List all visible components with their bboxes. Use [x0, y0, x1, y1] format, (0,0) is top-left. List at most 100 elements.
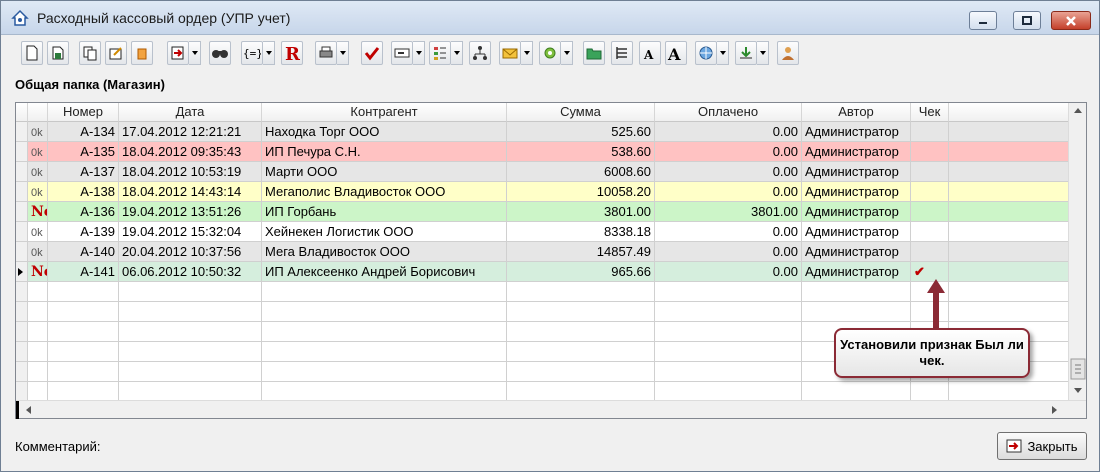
status-cell[interactable]: 0k — [28, 142, 48, 162]
table-row[interactable]: 0k А-138 18.04.2012 14:43:14 Мегаполис Влад… — [16, 182, 1069, 202]
column-header-sum[interactable]: Сумма — [507, 103, 655, 122]
cell-date[interactable]: 19.04.2012 13:51:26 — [119, 202, 262, 222]
mail-button[interactable] — [499, 41, 521, 65]
cell-author[interactable] — [802, 382, 911, 402]
print-button[interactable] — [315, 41, 337, 65]
cell-counterparty[interactable]: Мега Владивосток ООО — [262, 242, 507, 262]
cell-date[interactable]: 18.04.2012 09:35:43 — [119, 142, 262, 162]
table-row[interactable]: 0k А-137 18.04.2012 10:53:19 Марти ООО 6008.… — [16, 162, 1069, 182]
cell-check[interactable] — [911, 382, 949, 402]
settings-button[interactable] — [539, 41, 561, 65]
cell-paid[interactable]: 0.00 — [655, 242, 802, 262]
cell-paid[interactable] — [655, 362, 802, 382]
export-dropdown[interactable] — [189, 41, 201, 65]
cell-counterparty[interactable] — [262, 302, 507, 322]
horizontal-scrollbar[interactable] — [16, 400, 1086, 419]
cell-date[interactable] — [119, 342, 262, 362]
cell-sum[interactable] — [507, 382, 655, 402]
cell-date[interactable]: 20.04.2012 10:37:56 — [119, 242, 262, 262]
mark-button[interactable] — [361, 41, 383, 65]
cell-number[interactable] — [48, 362, 119, 382]
folder-button[interactable] — [583, 41, 605, 65]
column-header-author[interactable]: Автор — [802, 103, 911, 122]
download-button[interactable] — [735, 41, 757, 65]
cell-empty[interactable] — [949, 262, 1069, 282]
table-row[interactable]: No А-136 19.04.2012 13:51:26 ИП Горбань 3801… — [16, 202, 1069, 222]
cell-author[interactable]: Администратор — [802, 162, 911, 182]
status-cell[interactable]: 0k — [28, 222, 48, 242]
cell-number[interactable]: А-138 — [48, 182, 119, 202]
cell-sum[interactable]: 538.60 — [507, 142, 655, 162]
status-cell[interactable]: 0k — [28, 162, 48, 182]
maximize-button[interactable] — [1013, 11, 1041, 30]
cell-author[interactable]: Администратор — [802, 262, 911, 282]
close-window-button[interactable] — [1051, 11, 1091, 30]
save-doc-button[interactable] — [47, 41, 69, 65]
cell-counterparty[interactable]: ИП Печура С.Н. — [262, 142, 507, 162]
delete-button[interactable] — [131, 41, 153, 65]
cell-number[interactable] — [48, 302, 119, 322]
cell-number[interactable] — [48, 342, 119, 362]
cell-check[interactable] — [911, 142, 949, 162]
minimize-button[interactable] — [969, 11, 997, 30]
cell-author[interactable]: Администратор — [802, 222, 911, 242]
card-button[interactable] — [391, 41, 413, 65]
cell-check[interactable] — [911, 242, 949, 262]
cell-check[interactable] — [911, 202, 949, 222]
cell-number[interactable]: А-141 — [48, 262, 119, 282]
user-button[interactable] — [777, 41, 799, 65]
structure-button[interactable] — [429, 41, 451, 65]
edit-button[interactable] — [105, 41, 127, 65]
table-row[interactable]: 0k А-140 20.04.2012 10:37:56 Мега Владивост… — [16, 242, 1069, 262]
cell-number[interactable] — [48, 282, 119, 302]
status-cell[interactable]: 0k — [28, 182, 48, 202]
cell-empty[interactable] — [949, 242, 1069, 262]
cell-sum[interactable]: 14857.49 — [507, 242, 655, 262]
cell-sum[interactable] — [507, 362, 655, 382]
cell-paid[interactable]: 3801.00 — [655, 202, 802, 222]
status-cell[interactable] — [28, 362, 48, 382]
empty-row[interactable] — [16, 282, 1069, 302]
cell-check[interactable] — [911, 182, 949, 202]
status-cell[interactable]: No — [28, 202, 48, 222]
cell-sum[interactable]: 10058.20 — [507, 182, 655, 202]
card-dropdown[interactable] — [413, 41, 425, 65]
table-row[interactable]: 0k А-134 17.04.2012 12:21:21 Находка Торг О… — [16, 122, 1069, 142]
status-cell[interactable] — [28, 382, 48, 402]
web-button[interactable] — [695, 41, 717, 65]
cell-empty[interactable] — [949, 282, 1069, 302]
cell-author[interactable] — [802, 282, 911, 302]
cell-number[interactable]: А-139 — [48, 222, 119, 242]
cell-number[interactable]: А-136 — [48, 202, 119, 222]
filter-button[interactable]: {=} — [241, 41, 263, 65]
cell-sum[interactable]: 965.66 — [507, 262, 655, 282]
cell-number[interactable]: А-134 — [48, 122, 119, 142]
cell-empty[interactable] — [949, 382, 1069, 402]
cell-date[interactable] — [119, 382, 262, 402]
cell-author[interactable]: Администратор — [802, 242, 911, 262]
cell-counterparty[interactable] — [262, 362, 507, 382]
cell-paid[interactable] — [655, 342, 802, 362]
column-header-number[interactable]: Номер — [48, 103, 119, 122]
cell-empty[interactable] — [949, 162, 1069, 182]
cell-empty[interactable] — [949, 182, 1069, 202]
cell-empty[interactable] — [949, 202, 1069, 222]
cell-counterparty[interactable]: Марти ООО — [262, 162, 507, 182]
cell-paid[interactable] — [655, 322, 802, 342]
cell-sum[interactable] — [507, 282, 655, 302]
mail-dropdown[interactable] — [521, 41, 533, 65]
cell-empty[interactable] — [949, 142, 1069, 162]
cell-number[interactable]: А-140 — [48, 242, 119, 262]
filter-dropdown[interactable] — [263, 41, 275, 65]
cell-date[interactable] — [119, 282, 262, 302]
table-row[interactable]: 0k А-135 18.04.2012 09:35:43 ИП Печура С.Н.… — [16, 142, 1069, 162]
column-header-counterparty[interactable]: Контрагент — [262, 103, 507, 122]
status-cell[interactable] — [28, 342, 48, 362]
export-button[interactable] — [167, 41, 189, 65]
copy-button[interactable] — [79, 41, 101, 65]
cell-counterparty[interactable]: ИП Горбань — [262, 202, 507, 222]
cell-check[interactable] — [911, 122, 949, 142]
cell-paid[interactable]: 0.00 — [655, 162, 802, 182]
empty-row[interactable] — [16, 302, 1069, 322]
cell-date[interactable] — [119, 362, 262, 382]
